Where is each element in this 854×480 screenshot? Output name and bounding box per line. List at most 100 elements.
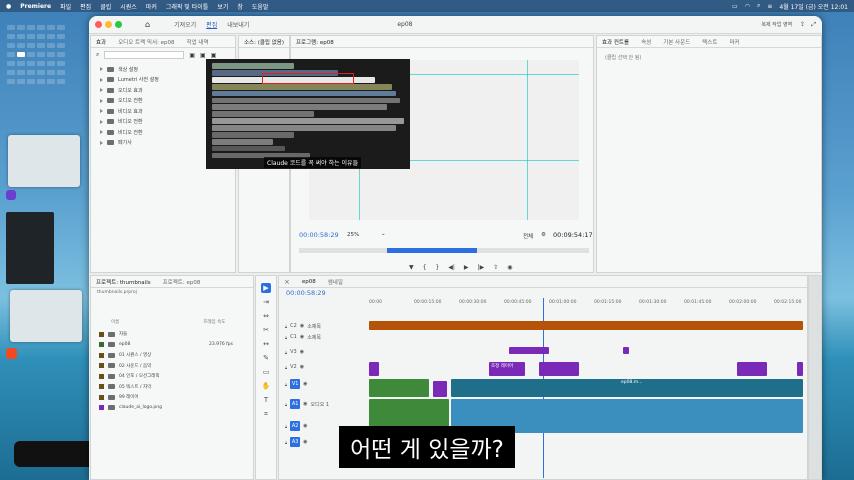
track-header[interactable]: 🔒︎ A3 ◉	[285, 437, 311, 447]
calendar-day[interactable]	[57, 34, 65, 39]
visibility-icon[interactable]: ◉	[300, 349, 304, 355]
quality-select[interactable]: 전체	[523, 232, 533, 240]
tab-properties[interactable]: 속성	[641, 38, 651, 46]
calendar-day[interactable]	[7, 70, 15, 75]
menu-clock[interactable]: 4월 17일 (금) 오전 12:01	[779, 2, 848, 11]
calendar-day[interactable]	[47, 79, 55, 84]
slip-tool-icon[interactable]: ↔	[261, 339, 271, 349]
calendar-day[interactable]	[27, 52, 35, 57]
calendar-day[interactable]	[47, 43, 55, 48]
video-clip[interactable]: ep08.m...	[451, 379, 803, 397]
track-header[interactable]: 🔒︎ V1 ◉	[285, 379, 311, 389]
desktop-window-thumbnail[interactable]	[6, 212, 54, 284]
caption-tool-icon[interactable]: ⌗	[261, 409, 271, 419]
track-name[interactable]: C2	[290, 323, 297, 329]
visibility-icon[interactable]: ◉	[300, 334, 304, 340]
chevron-right-icon[interactable]	[100, 77, 103, 82]
tab-essential-sound[interactable]: 기본 사운드	[663, 38, 690, 46]
track-name[interactable]: A2	[290, 421, 301, 431]
desktop-window-thumbnail[interactable]	[8, 135, 80, 187]
time-ruler[interactable]: 00:00 00:00:15:00 00:00:30:00 00:00:45:00 00…	[369, 300, 801, 308]
track-name[interactable]: A3	[290, 437, 301, 447]
bin-icon[interactable]: ▣	[189, 52, 195, 59]
chevron-right-icon[interactable]	[100, 98, 103, 103]
app-icon[interactable]	[6, 190, 16, 200]
calendar-day[interactable]	[47, 70, 55, 75]
label-color-swatch[interactable]	[99, 405, 104, 411]
calendar-day[interactable]	[27, 61, 35, 66]
visibility-icon[interactable]: ◉	[303, 401, 307, 407]
label-color-swatch[interactable]	[99, 363, 104, 369]
label-color-swatch[interactable]	[99, 373, 104, 379]
lock-icon[interactable]: 🔒︎	[285, 324, 287, 329]
bin-item[interactable]: 04 인포 / 모션그래픽	[99, 371, 249, 382]
step-forward-icon[interactable]: |▶	[478, 264, 485, 271]
play-icon[interactable]: ▶	[464, 264, 469, 271]
track-name[interactable]: V1	[290, 379, 301, 389]
search-icon[interactable]: ⌕	[757, 2, 760, 10]
bin-item[interactable]: claude_ai_logo.png	[99, 403, 249, 414]
calendar-day[interactable]	[17, 34, 25, 39]
calendar-day[interactable]	[27, 79, 35, 84]
menu-edit[interactable]: 편집	[80, 2, 91, 11]
home-icon[interactable]: ⌂	[145, 20, 150, 29]
calendar-day[interactable]	[37, 25, 45, 30]
track-header[interactable]: 🔒︎ C1 ◉ 소제목	[285, 332, 321, 342]
marker-icon[interactable]: ▼	[409, 264, 414, 271]
close-icon[interactable]: ×	[284, 278, 290, 286]
selection-tool-icon[interactable]: ▶	[261, 283, 271, 293]
calendar-day[interactable]	[57, 79, 65, 84]
visibility-icon[interactable]: ◉	[303, 439, 307, 445]
tab-program[interactable]: 프로그램: ep08	[296, 38, 334, 46]
menu-view[interactable]: 보기	[217, 2, 228, 11]
desktop-window-thumbnail[interactable]	[10, 290, 82, 342]
track-name[interactable]: V2	[290, 364, 297, 370]
menu-clip[interactable]: 클립	[100, 2, 111, 11]
tab-edit[interactable]: 편집	[206, 20, 217, 29]
adjustment-clip[interactable]	[509, 347, 549, 354]
fullscreen-icon[interactable]: ⤢	[811, 21, 816, 29]
adjustment-clip[interactable]	[737, 362, 767, 376]
scrub-bar[interactable]	[299, 248, 589, 253]
calendar-day[interactable]	[17, 52, 25, 57]
track-name[interactable]: V3	[290, 349, 297, 355]
tab-import[interactable]: 기져오기	[174, 20, 196, 29]
lock-icon[interactable]: 🔒︎	[285, 440, 287, 445]
track-header[interactable]: 🔒︎ A2 ◉	[285, 421, 311, 431]
workspace-label[interactable]: 복제 작업 영역	[761, 21, 792, 28]
program-timecode[interactable]: 00:00:58:29	[299, 231, 339, 239]
camera-icon[interactable]: ◉	[507, 264, 512, 271]
tab-project-ep08[interactable]: 프로젝트: ep08	[163, 278, 201, 286]
lock-icon[interactable]: 🔒︎	[285, 424, 287, 429]
calendar-day[interactable]	[27, 43, 35, 48]
track-header[interactable]: 🔒︎ V3 ◉	[285, 347, 307, 357]
calendar-day[interactable]	[7, 79, 15, 84]
minimize-button[interactable]	[105, 21, 112, 28]
menu-file[interactable]: 파일	[60, 2, 71, 11]
calendar-day[interactable]	[37, 70, 45, 75]
calendar-day[interactable]	[57, 70, 65, 75]
calendar-day[interactable]	[57, 43, 65, 48]
tab-effect-controls[interactable]: 효과 컨트롤	[602, 38, 629, 46]
pen-tool-icon[interactable]: ✎	[261, 353, 271, 363]
calendar-day[interactable]	[7, 25, 15, 30]
menu-sequence[interactable]: 시퀀스	[120, 2, 137, 11]
label-color-swatch[interactable]	[99, 331, 104, 337]
adjustment-clip[interactable]	[539, 362, 579, 376]
calendar-widget[interactable]	[6, 24, 74, 84]
track-header[interactable]: 🔒︎ C2 ◉ 소제목	[285, 321, 321, 331]
bin-item[interactable]: 05 텍스트 / 자막	[99, 382, 249, 393]
tab-project-thumbnails[interactable]: 프로젝트: thumbnails	[96, 278, 151, 286]
zoom-select[interactable]: 25%	[347, 232, 359, 238]
effects-search-input[interactable]	[104, 51, 185, 59]
share-icon[interactable]: ⇪	[800, 21, 805, 28]
calendar-day[interactable]	[17, 25, 25, 30]
zoom-button[interactable]	[115, 21, 122, 28]
menu-app-name[interactable]: Premiere	[20, 3, 51, 10]
bin-icon[interactable]: ▣	[200, 52, 206, 59]
wifi-icon[interactable]: ◠	[745, 3, 750, 10]
visibility-icon[interactable]: ◉	[303, 423, 307, 429]
calendar-day[interactable]	[37, 61, 45, 66]
tab-sequence-ep08[interactable]: ep08	[302, 279, 316, 285]
menu-help[interactable]: 도움말	[252, 2, 269, 11]
